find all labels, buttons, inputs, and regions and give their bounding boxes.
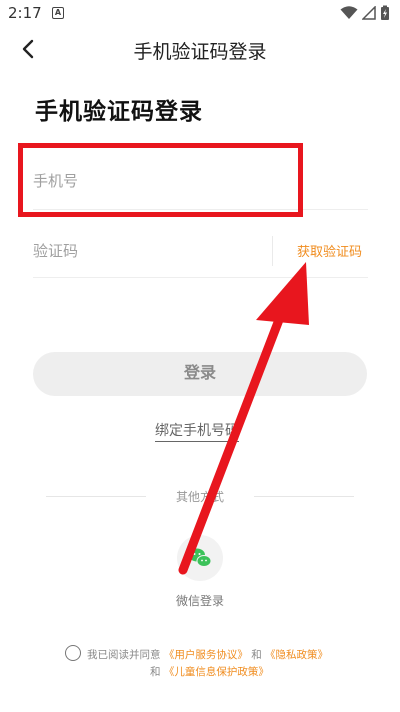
get-code-button[interactable]: 获取验证码 (297, 241, 362, 260)
nav-title: 手机验证码登录 (133, 41, 267, 63)
user-agreement-link[interactable]: 《用户服务协议》 (164, 649, 248, 661)
bind-phone-link[interactable]: 绑定手机号码 (155, 420, 239, 442)
status-time: 2:17 (8, 4, 42, 22)
agreement-and-1: 和 (251, 649, 262, 661)
agreement-row: 我已阅读并同意 《用户服务协议》 和 《隐私政策》 和 《儿童信息保护政策》 (65, 645, 375, 685)
status-bar: 2:17 A (0, 0, 400, 28)
wifi-icon (340, 6, 358, 19)
annotation-highlight-box (18, 143, 303, 217)
privacy-policy-link[interactable]: 《隐私政策》 (265, 649, 328, 661)
status-icons (340, 5, 390, 21)
other-methods-divider: 其他方式 (46, 488, 354, 504)
divider (272, 236, 273, 266)
verification-code-input[interactable] (33, 238, 253, 264)
cellular-signal-icon (362, 6, 376, 20)
login-button[interactable]: 登录 (33, 352, 367, 396)
battery-icon (381, 5, 389, 20)
agreement-prefix: 我已阅读并同意 (87, 649, 161, 661)
divider-line-right (254, 496, 354, 497)
agreement-line-1: 我已阅读并同意 《用户服务协议》 和 《隐私政策》 (87, 647, 328, 662)
verification-code-row: 获取验证码 (33, 222, 368, 278)
child-policy-link[interactable]: 《儿童信息保护政策》 (164, 666, 269, 678)
notification-icon: A (52, 7, 64, 19)
agreement-and-2: 和 (150, 666, 161, 678)
page-heading: 手机验证码登录 (35, 99, 203, 125)
agreement-checkbox[interactable] (65, 645, 81, 661)
wechat-login-label: 微信登录 (175, 594, 224, 608)
wechat-login-button[interactable] (177, 535, 223, 581)
agreement-line-2: 和 《儿童信息保护政策》 (150, 664, 269, 679)
wechat-icon (189, 548, 212, 567)
